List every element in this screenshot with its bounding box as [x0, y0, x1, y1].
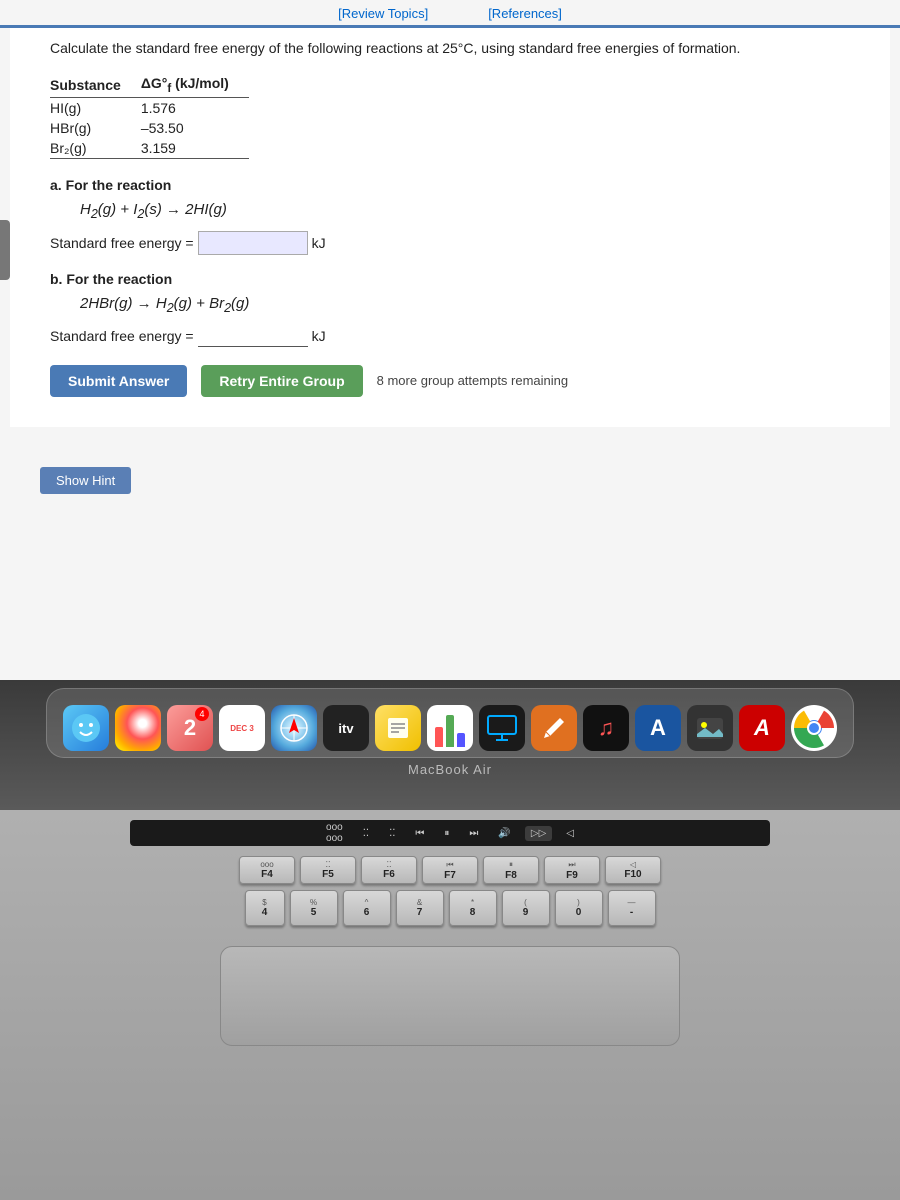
key-dollar[interactable]: $ 4	[245, 890, 285, 926]
dock-calendar-icon[interactable]: DEC 3	[219, 705, 265, 751]
key-f6[interactable]: ⁚⁚ F6	[361, 856, 417, 884]
dock-music2-icon[interactable]: ♫	[583, 705, 629, 751]
part-a-energy-input[interactable]	[198, 231, 308, 255]
dock-finder-icon[interactable]	[63, 705, 109, 751]
dock-photos-icon[interactable]	[115, 705, 161, 751]
dock-charts-icon[interactable]	[427, 705, 473, 751]
part-b-energy-input[interactable]	[198, 325, 308, 347]
key-f8[interactable]: ⏸ F8	[483, 856, 539, 884]
key-dash[interactable]: — -	[608, 890, 656, 926]
key-8[interactable]: * 8	[449, 890, 497, 926]
action-buttons-row: Submit Answer Retry Entire Group 8 more …	[50, 365, 850, 397]
trackpad[interactable]	[220, 946, 680, 1046]
submit-button[interactable]: Submit Answer	[50, 365, 187, 397]
dock-music-icon[interactable]: 2 4	[167, 705, 213, 751]
dock-pencil-icon[interactable]	[531, 705, 577, 751]
number-key-row: $ 4 % 5 ^ 6 & 7 * 8 ( 9 ) 0 — -	[245, 890, 656, 926]
key-f9[interactable]: ⏭ F9	[544, 856, 600, 884]
show-hint-button[interactable]: Show Hint	[40, 467, 131, 494]
touchbar-f4[interactable]: oooooo	[320, 820, 349, 846]
key-0[interactable]: ) 0	[555, 890, 603, 926]
row-br2-substance: Br₂(g)	[50, 138, 141, 159]
row-hbr-substance: HBr(g)	[50, 118, 141, 138]
dock-acrobat-icon[interactable]: A	[739, 705, 785, 751]
key-f7[interactable]: ⏮ F7	[422, 856, 478, 884]
part-a-energy-label: Standard free energy =	[50, 235, 194, 251]
macbook-label: MacBook Air	[408, 762, 492, 777]
key-f4[interactable]: ooo F4	[239, 856, 295, 884]
review-topics-link[interactable]: [Review Topics]	[338, 6, 428, 21]
substance-table: Substance ΔG°f (kJ/mol) HI(g) 1.576 HBr(…	[50, 73, 850, 159]
key-f10[interactable]: ◁ F10	[605, 856, 661, 884]
dock-itv-icon[interactable]: itv	[323, 705, 369, 751]
row-hbr-value: –53.50	[141, 118, 249, 138]
touchbar-f5[interactable]: ⁚⁚	[357, 826, 375, 841]
touchbar-pause[interactable]: ⏸	[438, 826, 455, 841]
retry-button[interactable]: Retry Entire Group	[201, 365, 362, 397]
dock-screen-icon[interactable]	[479, 705, 525, 751]
touchbar-ffwd[interactable]: ⏭	[463, 826, 484, 841]
references-link[interactable]: [References]	[488, 6, 562, 21]
key-f5[interactable]: ⁚⁚ F5	[300, 856, 356, 884]
part-a-energy-unit: kJ	[312, 235, 326, 251]
part-a-label: a. For the reaction	[50, 177, 850, 193]
part-a-reaction: H2(g) + I2(s) → 2HI(g)	[80, 201, 850, 221]
show-hint-area: Show Hint	[0, 457, 900, 504]
fn-key-row: ooo F4 ⁚⁚ F5 ⁚⁚ F6 ⏮ F7 ⏸ F8 ⏭ F9 ◁ F10	[239, 856, 661, 884]
dock-img-icon[interactable]	[687, 705, 733, 751]
row-br2-value: 3.159	[141, 138, 249, 159]
dock-area: 2 4 DEC 3 itv	[0, 680, 900, 810]
touchbar-f6[interactable]: ⁚⁚	[383, 826, 401, 841]
touchbar-vol[interactable]: 🔊	[492, 826, 516, 841]
dock-aa-icon[interactable]: A	[635, 705, 681, 751]
sidebar-tab[interactable]	[0, 220, 10, 280]
touchbar-voldown[interactable]: ◁	[560, 826, 580, 841]
part-b-energy-label: Standard free energy =	[50, 328, 194, 344]
touchbar-dd[interactable]: ▷▷	[525, 826, 552, 841]
dock-notes-icon[interactable]	[375, 705, 421, 751]
col-deltag: ΔG°f (kJ/mol)	[141, 73, 249, 97]
part-b-reaction: 2HBr(g) → H2(g) + Br2(g)	[80, 295, 850, 315]
touchbar-rewind[interactable]: ⏮	[409, 826, 430, 841]
key-9[interactable]: ( 9	[502, 890, 550, 926]
keyboard-area: oooooo ⁚⁚ ⁚⁚ ⏮ ⏸ ⏭ 🔊 ▷▷ ◁ ooo F4 ⁚⁚ F5 ⁚…	[0, 810, 900, 1200]
row-hi-substance: HI(g)	[50, 97, 141, 118]
dock-chrome-icon[interactable]	[791, 705, 837, 751]
part-a-energy-line: Standard free energy = kJ	[50, 231, 850, 255]
key-5[interactable]: % 5	[290, 890, 338, 926]
key-6[interactable]: ^ 6	[343, 890, 391, 926]
col-substance: Substance	[50, 73, 141, 97]
attempts-remaining: 8 more group attempts remaining	[377, 373, 568, 388]
part-b-energy-line: Standard free energy = kJ	[50, 325, 850, 347]
row-hi-value: 1.576	[141, 97, 249, 118]
dock-bar: 2 4 DEC 3 itv	[46, 688, 854, 758]
touchbar: oooooo ⁚⁚ ⁚⁚ ⏮ ⏸ ⏭ 🔊 ▷▷ ◁	[130, 820, 770, 846]
key-7[interactable]: & 7	[396, 890, 444, 926]
part-b-label: b. For the reaction	[50, 271, 850, 287]
question-intro: Calculate the standard free energy of th…	[50, 38, 850, 59]
dock-safari-icon[interactable]	[271, 705, 317, 751]
part-b-energy-unit: kJ	[312, 328, 326, 344]
